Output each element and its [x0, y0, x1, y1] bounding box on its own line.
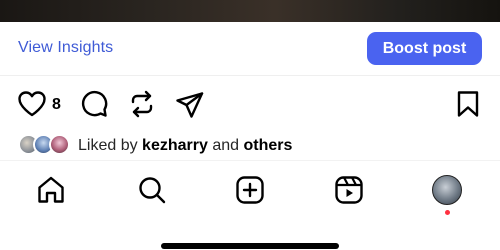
liked-by-username[interactable]: kezharry	[142, 137, 208, 154]
liked-by-others[interactable]: others	[243, 137, 292, 154]
share-icon[interactable]	[175, 91, 205, 119]
liked-by-text: Liked by kezharry and others	[78, 137, 292, 155]
insights-row: View Insights Boost post	[0, 22, 500, 76]
liked-by-prefix: Liked by	[78, 137, 143, 154]
liked-by-and: and	[207, 137, 244, 154]
search-icon[interactable]	[137, 175, 167, 205]
like-count[interactable]: 8	[52, 96, 61, 114]
profile-avatar[interactable]	[432, 175, 462, 205]
repost-icon[interactable]	[128, 89, 156, 119]
view-insights-link[interactable]: View Insights	[18, 39, 113, 57]
boost-post-button[interactable]: Boost post	[367, 32, 482, 65]
divider	[0, 160, 500, 161]
comment-icon[interactable]	[80, 90, 108, 118]
bookmark-icon[interactable]	[456, 90, 480, 118]
heart-icon[interactable]	[17, 90, 47, 118]
post-image-bottom[interactable]	[0, 0, 500, 22]
reels-icon[interactable]	[334, 175, 364, 205]
liker-avatars	[18, 134, 74, 156]
bottom-tab-bar	[0, 170, 500, 215]
liked-by-row[interactable]: Liked by kezharry and others	[0, 132, 500, 158]
notification-dot	[445, 210, 450, 215]
create-icon[interactable]	[235, 175, 265, 205]
home-icon[interactable]	[36, 175, 66, 205]
home-indicator[interactable]	[161, 243, 339, 249]
avatar	[49, 134, 70, 155]
